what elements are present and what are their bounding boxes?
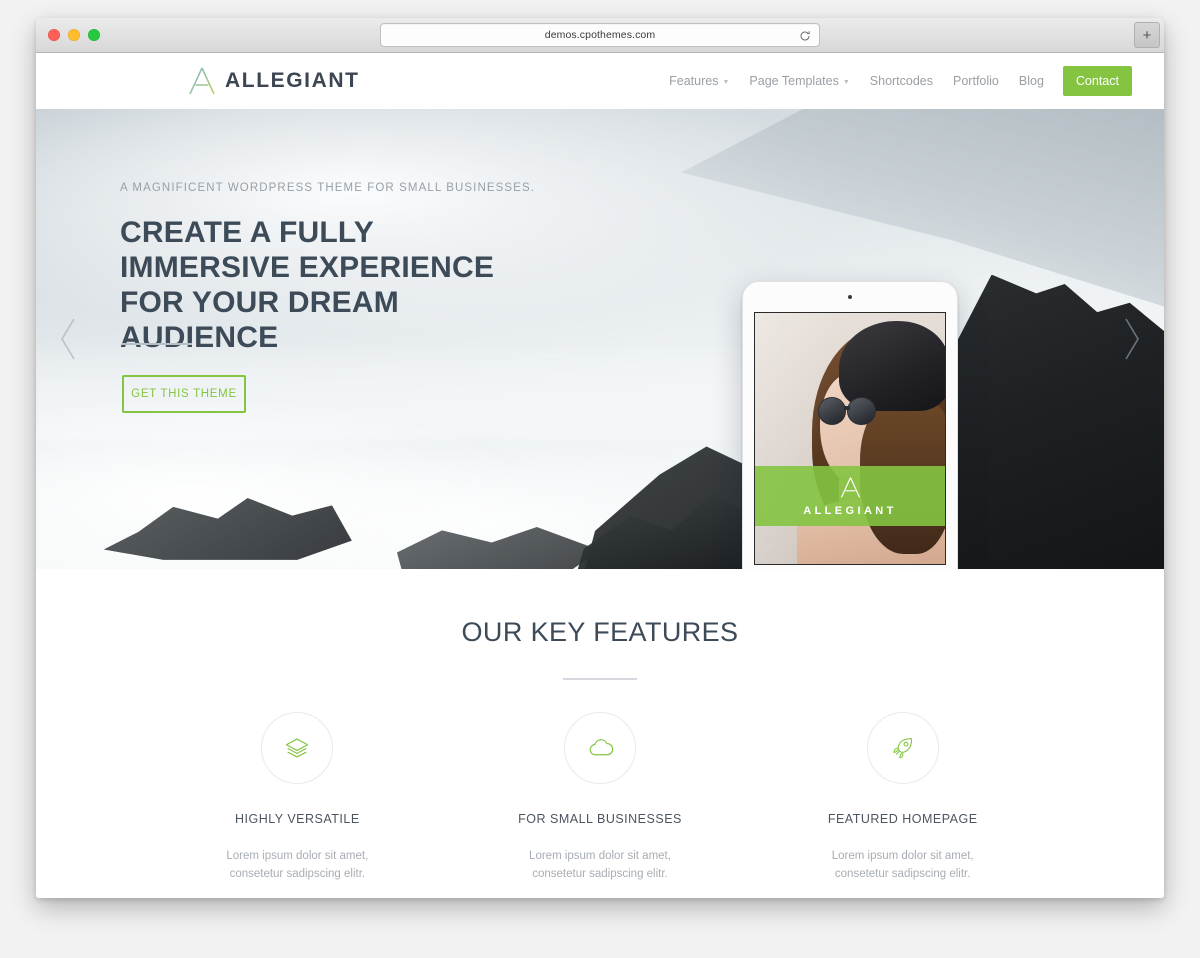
portrait-photo (755, 313, 945, 564)
feature-title: HIGHLY VERSATILE (234, 812, 360, 826)
rocket-icon (866, 712, 939, 784)
nav-item-features[interactable]: Features ▼ (660, 68, 738, 94)
tablet-camera-icon (848, 295, 852, 299)
reload-icon[interactable] (799, 29, 811, 41)
key-features-section: OUR KEY FEATURES HIGHLY VERSATILE Lorem … (36, 569, 1164, 884)
new-tab-button[interactable]: + (1134, 22, 1160, 48)
nav-item-shortcodes[interactable]: Shortcodes (861, 68, 942, 94)
address-bar[interactable]: demos.cpothemes.com (380, 23, 820, 47)
nav-item-page-templates[interactable]: Page Templates ▼ (740, 68, 858, 94)
feature-title: FEATURED HOMEPAGE (827, 812, 978, 826)
url-text: demos.cpothemes.com (544, 29, 656, 41)
main-navigation: Features ▼ Page Templates ▼ Shortcodes P… (660, 66, 1132, 96)
site-header: ALLEGIANT Features ▼ Page Templates ▼ Sh… (36, 53, 1164, 109)
section-title: OUR KEY FEATURES (461, 617, 739, 647)
nav-label: Features (669, 74, 719, 88)
tablet-overlay-band: ALLEGIANT (755, 466, 945, 527)
nav-item-portfolio[interactable]: Portfolio (944, 68, 1008, 94)
feature-title: FOR SMALL BUSINESSES (518, 812, 682, 826)
maximize-window-button[interactable] (88, 29, 100, 41)
logo-text: ALLEGIANT (225, 69, 360, 92)
hero-title: CREATE A FULLY IMMERSIVE EXPERIENCE FOR … (120, 216, 495, 355)
tablet-screen: ALLEGIANT (754, 312, 946, 565)
cloud-icon (564, 712, 636, 784)
slider-next-button[interactable] (1116, 313, 1146, 365)
website-viewport: ALLEGIANT Features ▼ Page Templates ▼ Sh… (36, 53, 1164, 898)
chevron-down-icon: ▼ (842, 78, 850, 86)
slider-prev-button[interactable] (54, 313, 84, 365)
minimize-window-button[interactable] (68, 29, 80, 41)
window-controls (48, 29, 100, 41)
nav-item-contact[interactable]: Contact (1062, 66, 1132, 96)
feature-description: Lorem ipsum dolor sit amet, consetetur s… (831, 850, 974, 880)
hero-subtitle: A MAGNIFICENT WORDPRESS THEME FOR SMALL … (120, 182, 536, 194)
close-window-button[interactable] (48, 29, 60, 41)
browser-toolbar: demos.cpothemes.com + (36, 18, 1164, 53)
feature-description: Lorem ipsum dolor sit amet, consetetur s… (529, 850, 671, 880)
browser-window: demos.cpothemes.com + ALLEGIANT Features… (36, 18, 1164, 898)
feature-description: Lorem ipsum dolor sit amet, consetetur s… (226, 850, 369, 880)
section-divider (563, 678, 637, 680)
feature-card-highly-versatile: HIGHLY VERSATILE Lorem ipsum dolor sit a… (146, 712, 449, 884)
allegiant-a-mark-icon (189, 67, 215, 95)
tablet-overlay-text: ALLEGIANT (803, 505, 897, 518)
nav-label: Page Templates (749, 74, 839, 88)
feature-cards: HIGHLY VERSATILE Lorem ipsum dolor sit a… (36, 712, 1164, 884)
hero-slider: A MAGNIFICENT WORDPRESS THEME FOR SMALL … (36, 109, 1164, 569)
get-this-theme-button[interactable]: GET THIS THEME (122, 375, 246, 413)
feature-card-for-small-businesses: FOR SMALL BUSINESSES Lorem ipsum dolor s… (449, 712, 752, 884)
feature-card-featured-homepage: FEATURED HOMEPAGE Lorem ipsum dolor sit … (751, 712, 1054, 884)
layers-icon (261, 712, 334, 784)
tablet-mockup: ALLEGIANT (742, 281, 958, 569)
hero-divider (122, 343, 192, 345)
nav-item-blog[interactable]: Blog (1010, 68, 1053, 94)
site-logo[interactable]: ALLEGIANT (188, 66, 360, 96)
chevron-down-icon: ▼ (722, 78, 730, 86)
allegiant-a-mark-icon (840, 477, 860, 498)
